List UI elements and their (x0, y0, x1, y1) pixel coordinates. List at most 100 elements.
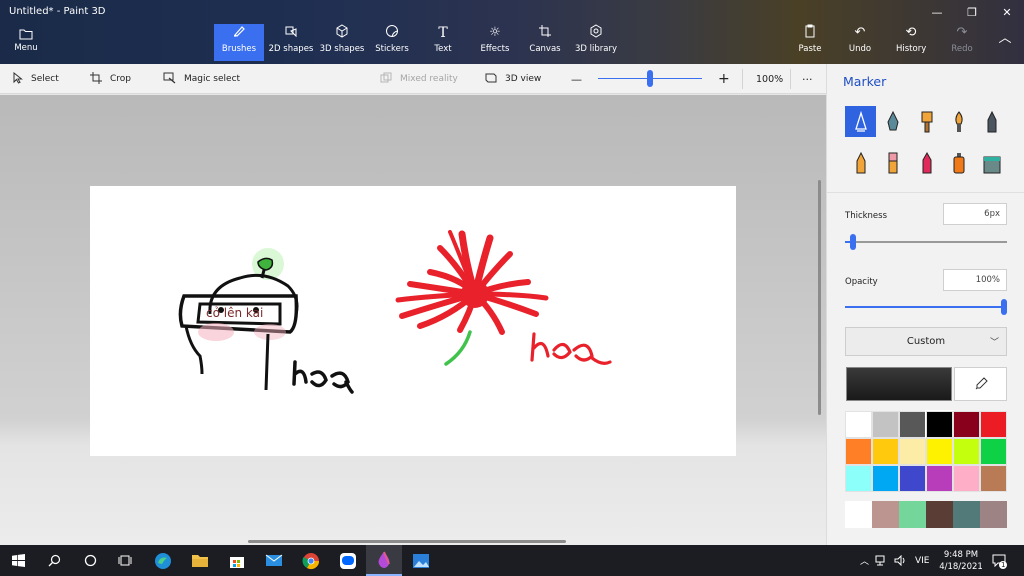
3d-view-button[interactable]: 3D view (485, 64, 541, 94)
marker-brush[interactable] (845, 106, 876, 137)
edge-app[interactable] (145, 545, 181, 576)
network-icon[interactable] (875, 545, 888, 576)
paste-label: Paste (798, 44, 822, 54)
custom-color-swatch[interactable] (872, 501, 899, 528)
show-hidden-icons-button[interactable]: ︿ (860, 545, 869, 576)
color-swatch[interactable] (926, 438, 953, 465)
collapse-ribbon-button[interactable]: ︿ (994, 30, 1016, 67)
color-swatch[interactable] (872, 465, 899, 492)
pixel-pen-brush[interactable] (976, 106, 1007, 137)
color-swatch[interactable] (953, 465, 980, 492)
paint-3d-app[interactable] (366, 545, 402, 576)
custom-color-swatch[interactable] (845, 501, 872, 528)
custom-color-swatch[interactable] (953, 501, 980, 528)
opacity-slider-track[interactable] (845, 299, 1007, 315)
redo-button[interactable]: ↷ Redo (950, 24, 974, 61)
toolbar-divider (790, 69, 791, 89)
chevron-down-icon: ﹀ (989, 338, 999, 348)
fill-bucket-icon (983, 156, 1000, 173)
zoom-out-button[interactable]: — (571, 64, 582, 94)
clock[interactable]: 9:48 PM 4/18/2021 (932, 549, 990, 573)
color-swatch[interactable] (899, 465, 926, 492)
close-button[interactable]: ✕ (990, 2, 1024, 22)
select-button[interactable]: Select (13, 64, 59, 94)
color-swatch[interactable] (980, 465, 1007, 492)
notification-center-button[interactable]: 1 (992, 545, 1008, 576)
color-swatch[interactable] (845, 465, 872, 492)
eyedropper-button[interactable] (954, 367, 1007, 401)
horizontal-scrollbar[interactable] (248, 540, 566, 543)
thickness-slider-track[interactable] (845, 234, 1007, 250)
color-swatch[interactable] (872, 438, 899, 465)
color-swatch[interactable] (980, 411, 1007, 438)
history-button[interactable]: ⟲ History (896, 24, 926, 61)
crayon-brush[interactable] (911, 147, 942, 178)
toolbar-divider (742, 69, 743, 89)
search-button[interactable] (36, 545, 72, 576)
tab-stickers[interactable]: Stickers (372, 24, 412, 61)
volume-icon[interactable] (894, 545, 907, 576)
maximize-button[interactable]: ❐ (955, 2, 989, 22)
color-swatch[interactable] (980, 438, 1007, 465)
menu-button[interactable]: Menu (6, 26, 46, 60)
mixed-reality-button[interactable]: Mixed reality (380, 64, 458, 94)
zoom-slider-thumb[interactable] (647, 70, 653, 87)
tab-brushes[interactable]: Brushes (214, 24, 264, 61)
undo-button[interactable]: ↶ Undo (847, 24, 873, 61)
crayon-icon (922, 151, 931, 173)
color-swatch[interactable] (953, 411, 980, 438)
tab-3d-library[interactable]: 3D library (574, 24, 618, 61)
current-color-swatch[interactable] (846, 367, 952, 401)
color-swatch[interactable] (953, 438, 980, 465)
zalo-app[interactable] (330, 545, 366, 576)
custom-color-swatch[interactable] (980, 501, 1007, 528)
color-mode-dropdown[interactable]: Custom ﹀ (845, 327, 1007, 356)
minimize-button[interactable]: — (920, 2, 954, 22)
input-language[interactable]: VIE (915, 545, 930, 576)
drawing-canvas[interactable]: cỏ lên kai (90, 186, 736, 456)
paste-button[interactable]: Paste (796, 24, 824, 61)
tab-3d-shapes[interactable]: 3D shapes (318, 24, 366, 61)
magic-select-button[interactable]: Magic select (163, 64, 240, 94)
oil-brush[interactable] (911, 106, 942, 137)
color-swatch[interactable] (926, 465, 953, 492)
color-swatch[interactable] (872, 411, 899, 438)
crop-button[interactable]: Crop (90, 64, 131, 94)
task-view-button[interactable] (107, 545, 143, 576)
color-swatch[interactable] (845, 411, 872, 438)
store-app[interactable] (219, 545, 255, 576)
pencil-brush[interactable] (845, 147, 876, 178)
opacity-input[interactable]: 100% (943, 269, 1007, 291)
tab-text[interactable]: T Text (426, 24, 460, 61)
vertical-scrollbar[interactable] (818, 180, 821, 415)
more-options-button[interactable]: ··· (802, 64, 813, 94)
fill-brush[interactable] (976, 147, 1007, 178)
color-swatch[interactable] (845, 438, 872, 465)
thickness-input[interactable]: 6px (943, 203, 1007, 225)
start-button[interactable] (0, 545, 36, 576)
tab-2d-shapes[interactable]: 2D shapes (266, 24, 316, 61)
zoom-in-button[interactable]: + (718, 64, 730, 94)
tab-effects-label: Effects (480, 44, 510, 54)
mail-icon (265, 554, 283, 566)
chrome-app[interactable] (293, 545, 329, 576)
zoom-value[interactable]: 100% (756, 64, 783, 94)
cortana-button[interactable] (72, 545, 108, 576)
chevron-up-icon: ︿ (998, 31, 1012, 46)
file-explorer-app[interactable] (182, 545, 218, 576)
calligraphy-pen-brush[interactable] (877, 106, 908, 137)
opacity-slider-thumb[interactable] (1001, 299, 1007, 315)
thickness-slider-thumb[interactable] (850, 234, 856, 250)
watercolor-brush[interactable] (943, 106, 974, 137)
eraser-brush[interactable] (877, 147, 908, 178)
spray-can-brush[interactable] (943, 147, 974, 178)
custom-color-swatch[interactable] (899, 501, 926, 528)
mail-app[interactable] (256, 545, 292, 576)
tab-canvas[interactable]: Canvas (527, 24, 563, 61)
color-swatch[interactable] (925, 410, 954, 439)
color-swatch[interactable] (899, 411, 926, 438)
photos-app[interactable] (403, 545, 439, 576)
custom-color-swatch[interactable] (926, 501, 953, 528)
color-swatch[interactable] (899, 438, 926, 465)
tab-effects[interactable]: ☼ Effects (476, 24, 514, 61)
